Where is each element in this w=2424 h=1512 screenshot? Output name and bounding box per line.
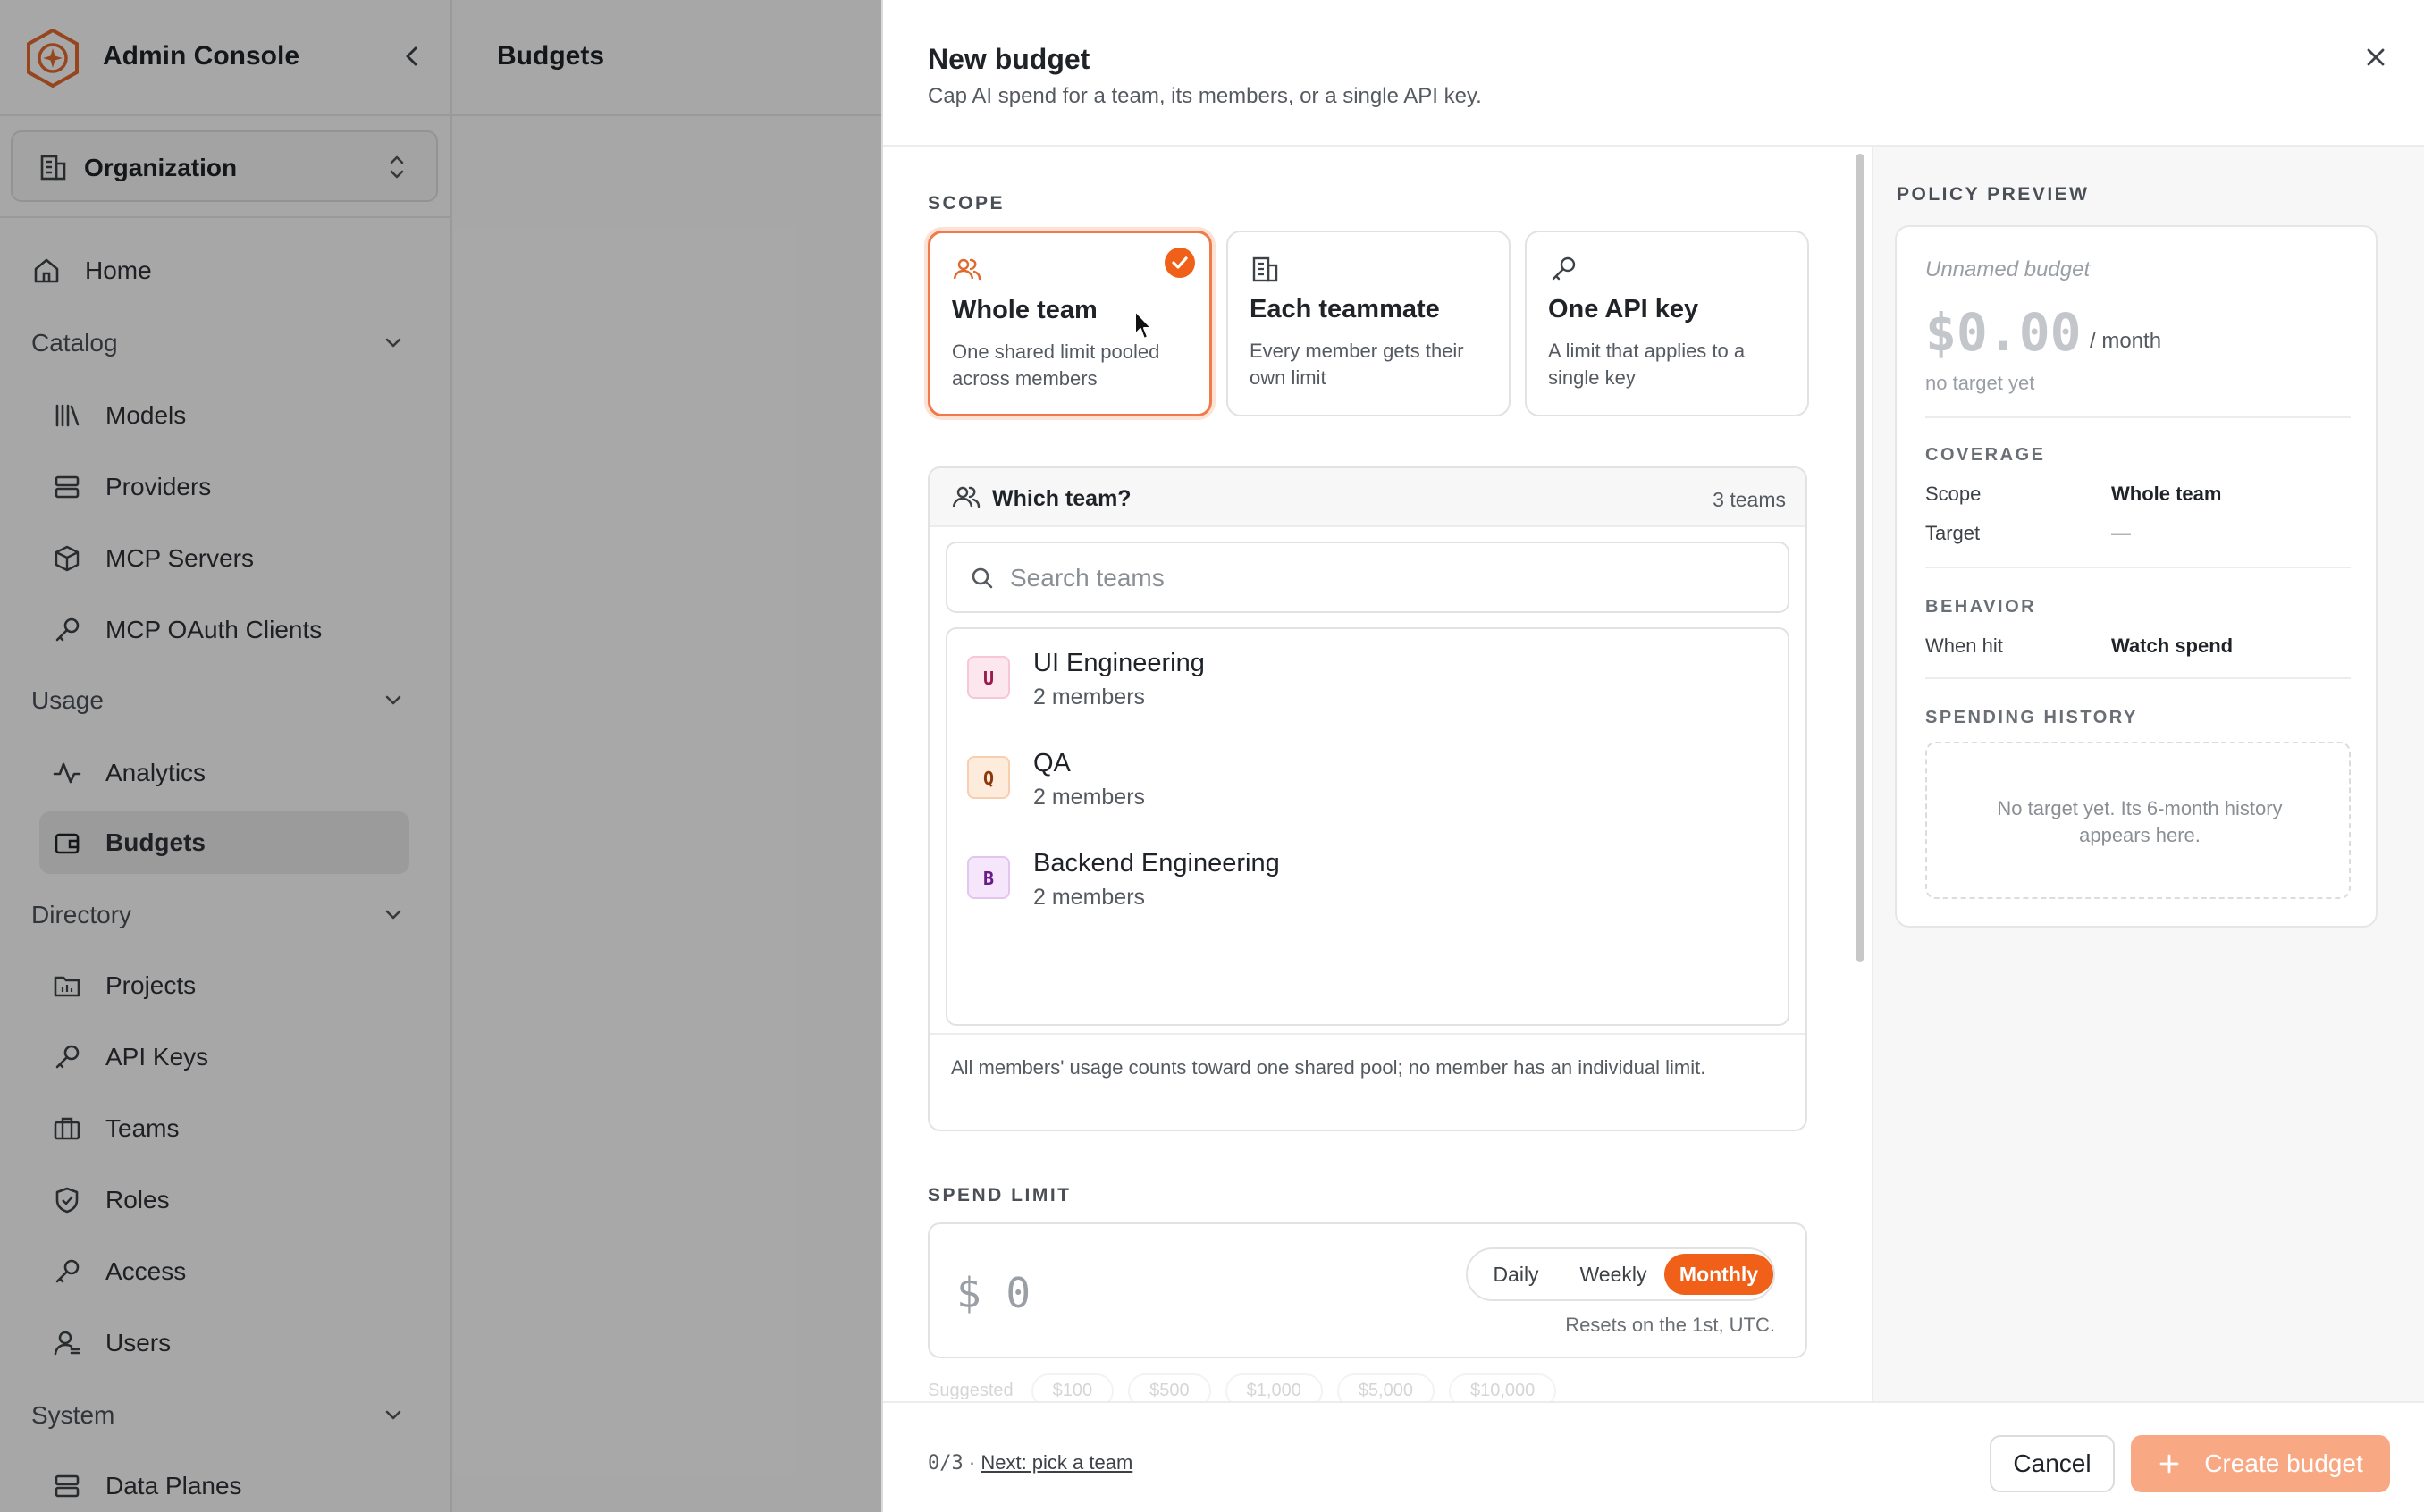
preview-period: / month bbox=[2090, 329, 2162, 353]
policy-preview: POLICY PREVIEW Unnamed budget $0.00 / mo… bbox=[1873, 147, 2424, 1401]
spending-history-empty-text: No target yet. Its 6-month history appea… bbox=[1997, 797, 2283, 846]
next-step-link[interactable]: Next: pick a team bbox=[981, 1451, 1132, 1474]
team-row-qa[interactable]: Q QA 2 members bbox=[947, 729, 1788, 822]
suggested-chip[interactable]: $100 bbox=[1031, 1373, 1115, 1401]
create-budget-label: Create budget bbox=[2204, 1449, 2363, 1477]
spend-amount-input[interactable]: $ 0 bbox=[956, 1269, 1031, 1317]
target-value: — bbox=[2111, 522, 2131, 544]
preview-budget-name: Unnamed budget bbox=[1925, 257, 2091, 281]
scope-option-description: A limit that applies to a single key bbox=[1548, 340, 1746, 389]
scope-label: SCOPE bbox=[928, 193, 1006, 214]
preview-divider bbox=[1925, 416, 2351, 418]
period-monthly[interactable]: Monthly bbox=[1664, 1254, 1773, 1295]
budget-form: SCOPE Whole team One shared limit pooled… bbox=[883, 147, 1872, 1401]
team-picker-label: Which team? bbox=[992, 486, 1132, 511]
new-budget-drawer: New budget Cap AI spend for a team, its … bbox=[881, 0, 2424, 1512]
scope-option-title: Each teammate bbox=[1250, 295, 1440, 323]
cancel-button[interactable]: Cancel bbox=[1990, 1435, 2115, 1492]
team-picker: Which team? 3 teams U UI Engineering 2 m… bbox=[928, 466, 1807, 1131]
drawer-title: New budget bbox=[928, 43, 1090, 75]
policy-preview-label: POLICY PREVIEW bbox=[1897, 184, 2090, 205]
scope-option-description: Every member gets their own limit bbox=[1250, 340, 1464, 389]
selected-check-icon bbox=[1165, 248, 1195, 278]
team-name: QA bbox=[1033, 749, 1071, 777]
step-count: 0/3 bbox=[928, 1452, 964, 1474]
team-name: UI Engineering bbox=[1033, 649, 1205, 677]
team-avatar: U bbox=[967, 656, 1010, 699]
team-avatar: B bbox=[967, 856, 1010, 899]
behavior-label: BEHAVIOR bbox=[1925, 597, 2037, 617]
spend-limit-box: $ 0 Daily Weekly Monthly Resets on the 1… bbox=[928, 1222, 1807, 1358]
suggested-chip[interactable]: $500 bbox=[1128, 1373, 1211, 1401]
team-search[interactable] bbox=[946, 542, 1789, 613]
spending-history-placeholder: No target yet. Its 6-month history appea… bbox=[1925, 742, 2351, 899]
drawer-subtitle: Cap AI spend for a team, its members, or… bbox=[928, 84, 1482, 108]
team-member-count: 2 members bbox=[1033, 885, 1146, 910]
scope-value: Whole team bbox=[2111, 483, 2222, 505]
suggested-chip[interactable]: $5,000 bbox=[1336, 1373, 1435, 1401]
team-scope-note: All members' usage counts toward one sha… bbox=[930, 1033, 1805, 1131]
preview-amount: $0.00 bbox=[1925, 302, 2082, 363]
period-toggle: Daily Weekly Monthly bbox=[1466, 1247, 1775, 1301]
scope-option-title: Whole team bbox=[952, 296, 1098, 324]
preview-divider bbox=[1925, 567, 2351, 568]
scope-key: Scope bbox=[1925, 483, 1982, 505]
drawer-footer: 0/3 · Next: pick a team Cancel Create bu… bbox=[883, 1401, 2424, 1512]
team-count: 3 teams bbox=[1713, 488, 1786, 511]
when-hit-value: Watch spend bbox=[2111, 634, 2234, 657]
currency-symbol: $ bbox=[956, 1269, 981, 1317]
spending-history-label: SPENDING HISTORY bbox=[1925, 708, 2138, 727]
target-key: Target bbox=[1925, 522, 1981, 544]
building-icon bbox=[1252, 256, 1278, 282]
step-separator: · bbox=[968, 1451, 976, 1474]
suggested-chip[interactable]: $10,000 bbox=[1448, 1373, 1557, 1401]
team-name: Backend Engineering bbox=[1033, 849, 1280, 878]
spend-limit-label: SPEND LIMIT bbox=[928, 1185, 1072, 1205]
create-budget-button[interactable]: Create budget bbox=[2131, 1435, 2390, 1492]
team-list: U UI Engineering 2 members Q QA 2 member… bbox=[946, 627, 1789, 1026]
mouse-cursor-icon bbox=[1134, 310, 1152, 340]
close-icon[interactable] bbox=[2360, 41, 2392, 73]
suggested-amounts: Suggested $100 $500 $1,000 $5,000 $10,00… bbox=[928, 1373, 1570, 1401]
step-progress: 0/3 · Next: pick a team bbox=[928, 1451, 1132, 1474]
team-scope-note-text: All members' usage counts toward one sha… bbox=[951, 1056, 1706, 1079]
team-member-count: 2 members bbox=[1033, 785, 1146, 810]
key-icon bbox=[1552, 256, 1576, 281]
search-icon bbox=[972, 567, 993, 589]
scope-option-one-api-key[interactable]: One API key A limit that applies to a si… bbox=[1525, 231, 1809, 416]
team-row-ui-engineering[interactable]: U UI Engineering 2 members bbox=[947, 629, 1788, 722]
period-daily[interactable]: Daily bbox=[1473, 1254, 1559, 1295]
team-avatar: Q bbox=[967, 756, 1010, 799]
scope-option-title: One API key bbox=[1548, 295, 1699, 323]
period-weekly[interactable]: Weekly bbox=[1564, 1254, 1662, 1295]
coverage-label: COVERAGE bbox=[1925, 445, 2046, 465]
scope-option-description: One shared limit pooled across members bbox=[952, 340, 1160, 390]
users-icon bbox=[953, 258, 981, 281]
policy-preview-card: Unnamed budget $0.00 / month no target y… bbox=[1895, 225, 2378, 928]
team-member-count: 2 members bbox=[1033, 685, 1146, 710]
when-hit-key: When hit bbox=[1925, 634, 2003, 657]
scope-option-whole-team[interactable]: Whole team One shared limit pooled acros… bbox=[928, 231, 1212, 416]
team-row-backend-engineering[interactable]: B Backend Engineering 2 members bbox=[947, 829, 1788, 922]
suggested-label: Suggested bbox=[928, 1380, 1014, 1400]
team-search-input[interactable] bbox=[1010, 558, 1761, 599]
form-scrollbar[interactable] bbox=[1856, 154, 1864, 962]
preview-divider bbox=[1925, 677, 2351, 679]
users-icon bbox=[952, 486, 981, 508]
scope-option-each-teammate[interactable]: Each teammate Every member gets their ow… bbox=[1226, 231, 1511, 416]
suggested-chip[interactable]: $1,000 bbox=[1225, 1373, 1323, 1401]
preview-target-note: no target yet bbox=[1925, 372, 2035, 394]
amount-value: 0 bbox=[1006, 1269, 1031, 1317]
plus-icon bbox=[2159, 1454, 2179, 1474]
team-picker-header: Which team? 3 teams bbox=[930, 468, 1805, 527]
resets-note: Resets on the 1st, UTC. bbox=[1565, 1314, 1775, 1336]
